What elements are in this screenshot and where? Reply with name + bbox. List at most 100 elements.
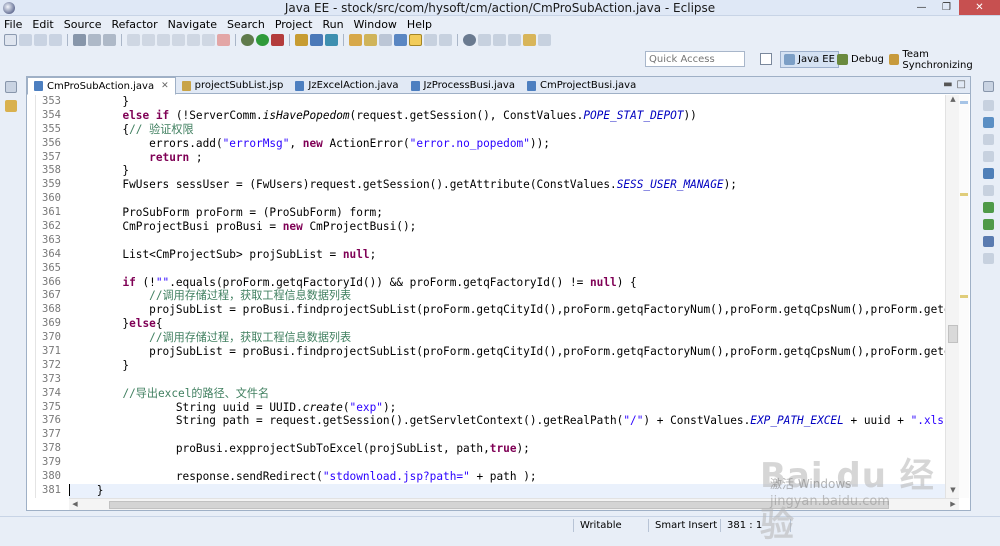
code-line[interactable]: //导出excel的路径、文件名 xyxy=(69,387,945,401)
package-explorer-icon[interactable] xyxy=(5,100,17,112)
code-line[interactable]: proBusi.expprojectSubToExcel(projSubList… xyxy=(69,442,945,456)
data-source-explorer-icon[interactable] xyxy=(983,185,994,196)
annotation-ruler[interactable] xyxy=(27,95,35,498)
menu-source[interactable]: Source xyxy=(64,18,102,31)
properties-icon[interactable] xyxy=(983,151,994,162)
search-icon[interactable] xyxy=(379,34,392,46)
code-line[interactable]: List<CmProjectSub> projSubList = null; xyxy=(69,248,945,262)
horizontal-scrollbar[interactable]: ◀ ▶ xyxy=(69,498,959,510)
scroll-thumb[interactable] xyxy=(948,325,958,343)
code-line[interactable] xyxy=(69,234,945,248)
save-icon[interactable] xyxy=(19,34,32,46)
minimize-editor-icon[interactable]: ▬ xyxy=(943,79,952,90)
external-tools-icon[interactable] xyxy=(271,34,284,46)
code-line[interactable]: FwUsers sessUser = (FwUsers)request.getS… xyxy=(69,178,945,192)
step-into-icon[interactable] xyxy=(157,34,170,46)
menu-project[interactable]: Project xyxy=(275,18,313,31)
menu-refactor[interactable]: Refactor xyxy=(112,18,158,31)
vertical-scrollbar[interactable]: ▲ ▼ xyxy=(945,95,959,498)
perspective-debug[interactable]: Debug xyxy=(834,51,887,68)
code-line[interactable]: } xyxy=(69,359,945,373)
warning-marker[interactable] xyxy=(960,295,968,298)
step-over-icon[interactable] xyxy=(172,34,185,46)
markers-icon[interactable] xyxy=(983,134,994,145)
warning-marker[interactable] xyxy=(960,193,968,196)
progress-icon[interactable] xyxy=(983,253,994,264)
code-line[interactable]: else if (!ServerComm.isHavePopedom(reque… xyxy=(69,109,945,123)
servers-icon[interactable] xyxy=(983,168,994,179)
open-perspective-icon[interactable] xyxy=(760,53,772,65)
menu-search[interactable]: Search xyxy=(227,18,265,31)
code-line[interactable]: projSubList = proBusi.findprojectSubList… xyxy=(69,345,945,359)
new-java-project-icon[interactable] xyxy=(295,34,308,46)
snippets-icon[interactable] xyxy=(983,202,994,213)
forward-icon[interactable] xyxy=(538,34,551,46)
tab-projectsublist-jsp[interactable]: projectSubList.jsp xyxy=(176,77,290,94)
open-task-icon[interactable] xyxy=(364,34,377,46)
menu-window[interactable]: Window xyxy=(354,18,397,31)
debug-step-icon[interactable] xyxy=(103,34,116,46)
menu-edit[interactable]: Edit xyxy=(32,18,53,31)
restore-button[interactable]: ❐ xyxy=(934,0,959,15)
menu-file[interactable]: File xyxy=(4,18,22,31)
close-tab-icon[interactable]: ✕ xyxy=(161,81,169,91)
debug-icon[interactable] xyxy=(241,34,254,46)
tab-jzexcelaction-java[interactable]: JzExcelAction.java xyxy=(289,77,404,94)
code-line[interactable]: CmProjectBusi proBusi = new CmProjectBus… xyxy=(69,220,945,234)
scroll-down-icon[interactable]: ▼ xyxy=(946,486,960,498)
toggle-mark-occurrences-icon[interactable] xyxy=(394,34,407,46)
last-edit-icon[interactable] xyxy=(508,34,521,46)
outline-icon[interactable] xyxy=(983,100,994,111)
save-all-icon[interactable] xyxy=(34,34,47,46)
code-line[interactable]: } xyxy=(69,483,945,498)
code-line[interactable] xyxy=(69,192,945,206)
restore-view-icon[interactable] xyxy=(5,81,17,93)
terminal-icon[interactable] xyxy=(88,34,101,46)
suspend-icon[interactable] xyxy=(142,34,155,46)
scroll-left-icon[interactable]: ◀ xyxy=(69,499,81,510)
perspective-team-synchronizing[interactable]: Team Synchronizing xyxy=(886,49,1000,71)
new-icon[interactable] xyxy=(4,34,17,46)
code-line[interactable]: } xyxy=(69,95,945,109)
step-return-icon[interactable] xyxy=(187,34,200,46)
print-icon[interactable] xyxy=(49,34,62,46)
annotation-next-icon[interactable] xyxy=(478,34,491,46)
task-list-icon[interactable] xyxy=(983,117,994,128)
show-whitespace-icon[interactable] xyxy=(439,34,452,46)
code-line[interactable]: return ; xyxy=(69,151,945,165)
skip-breakpoints-icon[interactable] xyxy=(73,34,86,46)
run-icon[interactable] xyxy=(256,34,269,46)
code-line[interactable]: //调用存储过程，获取工程信息数据列表 xyxy=(69,289,945,303)
back-icon[interactable] xyxy=(523,34,536,46)
code-line[interactable]: String path = request.getSession().getSe… xyxy=(69,414,945,428)
quick-access-input[interactable] xyxy=(645,51,745,67)
overview-ruler[interactable] xyxy=(959,95,969,498)
scroll-right-icon[interactable]: ▶ xyxy=(947,499,959,510)
code-line[interactable]: } xyxy=(69,164,945,178)
close-button[interactable]: ✕ xyxy=(959,0,1000,15)
tab-cmprosubaction-java[interactable]: CmProSubAction.java ✕ xyxy=(27,77,176,95)
code-area[interactable]: } else if (!ServerComm.isHavePopedom(req… xyxy=(69,95,945,498)
status-insert-mode[interactable]: Smart Insert xyxy=(655,519,717,532)
menu-help[interactable]: Help xyxy=(407,18,432,31)
pause-icon[interactable] xyxy=(202,34,215,46)
code-line[interactable]: }else{ xyxy=(69,317,945,331)
maximize-editor-icon[interactable]: □ xyxy=(957,79,966,90)
menu-run[interactable]: Run xyxy=(322,18,343,31)
code-line[interactable]: response.sendRedirect("stdownload.jsp?pa… xyxy=(69,470,945,484)
globe-icon[interactable] xyxy=(463,34,476,46)
code-line[interactable] xyxy=(69,373,945,387)
open-type-icon[interactable] xyxy=(349,34,362,46)
highlight-icon[interactable] xyxy=(409,34,422,46)
annotation-prev-icon[interactable] xyxy=(493,34,506,46)
code-line[interactable]: {// 验证权限 xyxy=(69,123,945,137)
menu-navigate[interactable]: Navigate xyxy=(168,18,217,31)
resume-icon[interactable] xyxy=(127,34,140,46)
code-line[interactable]: if (!"".equals(proForm.getqFactoryId()) … xyxy=(69,276,945,290)
new-class-icon[interactable] xyxy=(325,34,338,46)
code-line[interactable]: errors.add("errorMsg", new ActionError("… xyxy=(69,137,945,151)
code-line[interactable] xyxy=(69,428,945,442)
scroll-thumb[interactable] xyxy=(109,501,889,509)
new-package-icon[interactable] xyxy=(310,34,323,46)
code-line[interactable] xyxy=(69,456,945,470)
